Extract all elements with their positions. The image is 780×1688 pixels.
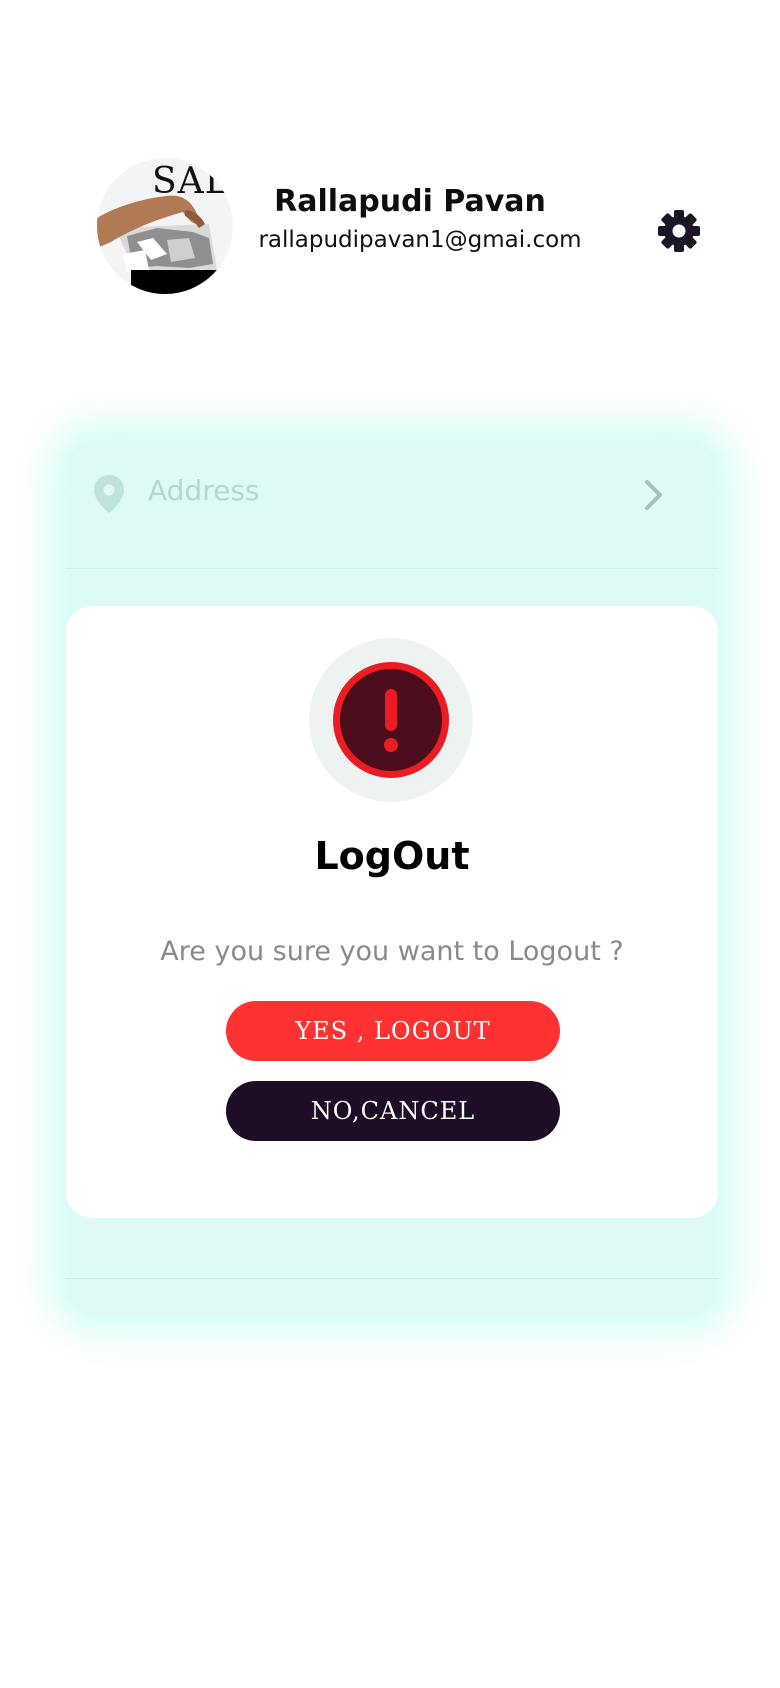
chevron-right-icon [645,480,662,510]
avatar-logo-text: SALE [152,161,233,202]
alert-exclamation-icon [333,662,449,778]
user-email: rallapudipavan1@gmai.com [258,227,582,253]
menu-item-address[interactable]: Address [66,440,718,569]
cancel-button[interactable]: NO,CANCEL [226,1081,560,1141]
menu-item-label: Address [148,474,260,507]
avatar[interactable]: SALE [97,158,233,294]
confirm-logout-button[interactable]: YES , LOGOUT [226,1001,560,1061]
menu-divider [66,1278,718,1279]
dialog-message: Are you sure you want to Logout ? [160,936,624,967]
dialog-title: LogOut [314,834,470,878]
profile-header: SALE Rallapudi Pavan rallapudipavan1@gma… [0,0,780,340]
location-pin-icon [94,475,124,513]
gear-icon [658,210,700,252]
logout-dialog: LogOut Are you sure you want to Logout ?… [66,606,718,1218]
alert-icon-container [309,638,473,802]
user-name: Rallapudi Pavan [274,184,546,219]
settings-button[interactable] [656,208,702,254]
